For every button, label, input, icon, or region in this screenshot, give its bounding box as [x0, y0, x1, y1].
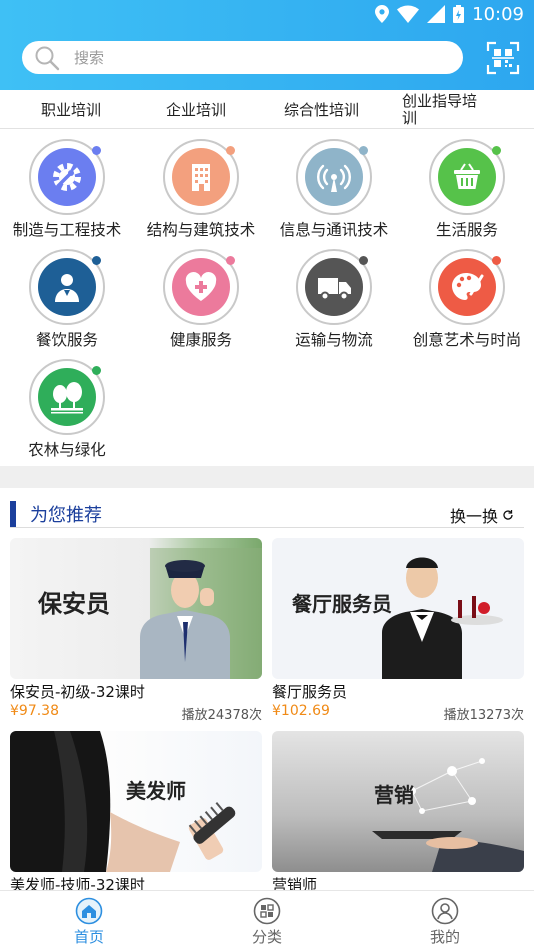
grid-item-ict[interactable]: 信息与通讯技术 — [267, 129, 401, 239]
categories-icon — [253, 897, 281, 925]
tab-enterprise-training[interactable]: 企业培训 — [166, 90, 226, 129]
section-divider — [0, 466, 534, 488]
course-card-marketing[interactable]: 营销 营销师 — [272, 731, 524, 894]
heart-plus-icon — [185, 272, 217, 301]
grid-item-catering[interactable]: 餐饮服务 — [0, 239, 134, 349]
course-name: 餐厅服务员 — [272, 683, 348, 701]
home-icon — [75, 897, 103, 925]
location-icon — [375, 5, 390, 23]
status-time: 10:09 — [472, 3, 524, 25]
grid-item-construction[interactable]: 结构与建筑技术 — [134, 129, 268, 239]
truck-icon — [318, 278, 351, 301]
category-tabs: 职业培训 企业培训 综合性培训 创业指导培训 — [0, 90, 534, 129]
course-price: ¥97.38 — [10, 703, 59, 719]
grid-item-transport[interactable]: 运输与物流 — [267, 239, 401, 349]
signal-icon — [427, 5, 446, 23]
course-play-count: 播放13273次 — [443, 708, 524, 723]
grid-item-agriculture[interactable]: 农林与绿化 — [0, 349, 134, 459]
recommend-header: 为您推荐 换一换 — [10, 499, 524, 528]
tab-vocational-training[interactable]: 职业培训 — [41, 90, 101, 129]
trees-icon — [51, 382, 83, 414]
status-bar: 10:09 — [375, 3, 524, 25]
course-thumbnail: 餐厅服务员 — [272, 538, 524, 679]
course-thumbnail: 保安员 — [10, 538, 262, 679]
grid-item-life-services[interactable]: 生活服务 — [400, 129, 534, 239]
search-input[interactable]: 搜索 — [22, 41, 463, 74]
antenna-icon — [317, 164, 351, 192]
header-bar: 10:09 搜索 — [0, 0, 534, 90]
course-card-hairdresser[interactable]: 美发师 美发师-技师-32课时 — [10, 731, 262, 894]
battery-icon — [453, 5, 465, 23]
gear-wrench-icon — [53, 163, 81, 191]
refresh-icon — [503, 510, 513, 520]
grid-item-manufacturing[interactable]: 制造与工程技术 — [0, 129, 134, 239]
course-card-restaurant-server[interactable]: 餐厅服务员 餐厅服务员 ¥102.69 播放13273次 — [272, 538, 524, 723]
building-icon — [192, 164, 210, 191]
grid-item-health[interactable]: 健康服务 — [134, 239, 268, 349]
search-icon — [35, 46, 60, 70]
palette-icon — [452, 273, 484, 300]
tab-entrepreneurship-training[interactable]: 创业指导培训 — [402, 90, 490, 129]
recommend-title: 为您推荐 — [30, 505, 102, 526]
chef-icon — [55, 274, 79, 302]
tab-categories[interactable]: 分类 — [207, 891, 327, 950]
recommend-accent-bar — [10, 501, 16, 527]
course-card-security-guard[interactable]: 保安员 保安员-初级-32课时 ¥97.38 播放24378次 — [10, 538, 262, 723]
profile-icon — [431, 897, 459, 925]
basket-icon — [454, 163, 480, 189]
search-placeholder: 搜索 — [74, 49, 105, 67]
swap-button[interactable]: 换一换 — [450, 503, 514, 527]
qr-scan-icon[interactable] — [486, 41, 520, 75]
course-name: 保安员-初级-32课时 — [10, 683, 145, 701]
grid-item-creative-arts[interactable]: 创意艺术与时尚 — [400, 239, 534, 349]
course-play-count: 播放24378次 — [181, 708, 262, 723]
course-thumbnail: 营销 — [272, 731, 524, 872]
course-thumbnail: 美发师 — [10, 731, 262, 872]
tab-home[interactable]: 首页 — [29, 891, 149, 950]
tab-profile[interactable]: 我的 — [385, 891, 505, 950]
tab-comprehensive-training[interactable]: 综合性培训 — [284, 90, 359, 129]
bottom-tab-bar: 首页 分类 我的 — [0, 890, 534, 950]
wifi-icon — [397, 5, 420, 23]
course-price: ¥102.69 — [272, 703, 330, 719]
